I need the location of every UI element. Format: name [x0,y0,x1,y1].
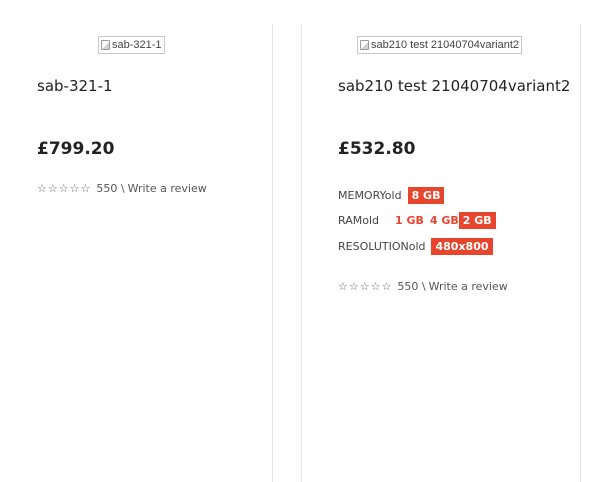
option-value-480x800[interactable]: 480x800 [431,238,493,255]
star-outline-icon[interactable]: ☆ [371,281,381,292]
column-divider-right [580,24,581,482]
option-value-1gb[interactable]: 1 GB [391,212,428,229]
star-outline-icon[interactable]: ☆ [338,281,348,292]
broken-image-icon [101,40,110,50]
option-value-2gb[interactable]: 2 GB [458,212,496,229]
column-divider-left [272,24,273,482]
product-rating: ☆ ☆ ☆ ☆ ☆ 550 \ Write a review [338,280,508,293]
product-image[interactable]: sab-321-1 [98,36,165,54]
star-outline-icon[interactable]: ☆ [48,183,58,194]
star-outline-icon[interactable]: ☆ [360,281,370,292]
rating-count: 550 \ [96,182,125,195]
star-outline-icon[interactable]: ☆ [81,183,91,194]
option-value-8gb[interactable]: 8 GB [407,187,445,204]
star-outline-icon[interactable]: ☆ [70,183,80,194]
broken-image-icon [360,40,369,50]
product-price: £532.80 [338,139,416,159]
product-name[interactable]: sab-321-1 [37,77,113,95]
product-price: £799.20 [37,139,115,159]
product-rating: ☆ ☆ ☆ ☆ ☆ 550 \ Write a review [37,182,207,195]
option-resolution: RESOLUTIONold 480x800 [338,238,493,255]
product-image-alt: sab-321-1 [112,39,162,51]
option-ram: RAMold 1 GB 4 GB 2 GB [338,212,496,229]
product-name[interactable]: sab210 test 21040704variant2 [338,77,570,95]
product-card: sab210 test 21040704variant2 sab210 test… [302,0,580,482]
product-card: sab-321-1 sab-321-1 £799.20 ☆ ☆ ☆ ☆ ☆ 55… [0,0,272,482]
write-review-link[interactable]: Write a review [429,280,508,293]
option-label: MEMORYold [338,189,402,202]
product-image-alt: sab210 test 21040704variant2 [371,39,520,51]
star-outline-icon[interactable]: ☆ [37,183,47,194]
option-label: RAMold [338,214,379,227]
option-value-4gb[interactable]: 4 GB [426,212,463,229]
rating-count: 550 \ [397,280,426,293]
star-outline-icon[interactable]: ☆ [59,183,69,194]
rating-stars: ☆ ☆ ☆ ☆ ☆ [338,281,391,292]
rating-stars: ☆ ☆ ☆ ☆ ☆ [37,183,90,194]
option-label: RESOLUTIONold [338,240,426,253]
write-review-link[interactable]: Write a review [128,182,207,195]
product-image[interactable]: sab210 test 21040704variant2 [357,36,523,54]
star-outline-icon[interactable]: ☆ [382,281,392,292]
star-outline-icon[interactable]: ☆ [349,281,359,292]
option-memory: MEMORYold 8 GB [338,187,445,204]
